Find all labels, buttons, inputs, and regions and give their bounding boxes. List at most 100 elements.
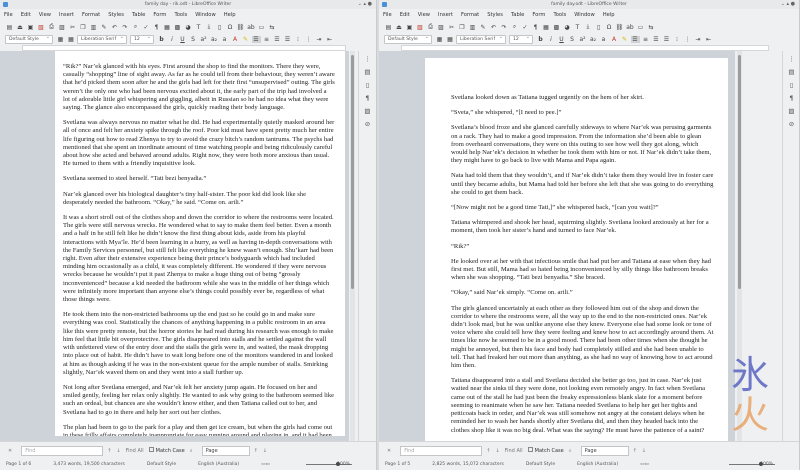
checkbox-box[interactable]	[148, 447, 154, 452]
subscript-icon[interactable]: a₂	[210, 36, 219, 43]
align-left-icon[interactable]: ☰	[630, 35, 640, 43]
chart-icon[interactable]: ◕	[184, 24, 193, 31]
redo-icon[interactable]: ↷	[500, 24, 509, 31]
find-all-button[interactable]: Find All	[126, 448, 144, 454]
formatting-marks-icon[interactable]: ¶	[531, 24, 540, 31]
properties-icon[interactable]: ▤	[364, 68, 370, 76]
text-box-icon[interactable]: T	[194, 24, 203, 31]
find-all-button[interactable]: Find All	[505, 448, 523, 454]
field-icon[interactable]: ▯	[215, 24, 224, 31]
new-style-icon[interactable]: ▦	[67, 36, 76, 43]
comment-icon[interactable]: ▭	[636, 24, 645, 31]
page-break-icon[interactable]: ⤓	[584, 23, 593, 31]
menu-view[interactable]: View	[418, 12, 430, 18]
track-changes-icon[interactable]: ⇆	[647, 24, 656, 31]
find-next-icon[interactable]: ↓	[495, 448, 499, 454]
menu-edit[interactable]: Edit	[400, 12, 410, 18]
menu-window[interactable]: Window	[574, 12, 594, 18]
search-scope-select[interactable]: Page	[201, 445, 250, 456]
increase-indent-icon[interactable]: ⇥	[694, 36, 703, 43]
scope-previous-icon[interactable]: ↑	[254, 448, 258, 454]
track-changes-icon[interactable]: ⇆	[268, 24, 277, 31]
menu-styles[interactable]: Styles	[108, 12, 124, 18]
open-icon[interactable]: ⏏	[16, 24, 25, 31]
shadow-icon[interactable]: a	[220, 36, 229, 43]
superscript-icon[interactable]: a²	[199, 36, 208, 43]
page-break-icon[interactable]: ⤓	[205, 23, 214, 31]
strikethrough-icon[interactable]: S	[189, 36, 198, 43]
word-count[interactable]: 2,825 words, 15,072 characters	[432, 462, 504, 467]
language[interactable]: English (Australia)	[577, 462, 618, 467]
italic-icon[interactable]: i	[547, 36, 556, 43]
new-icon[interactable]: ▤	[384, 24, 393, 31]
find-replace-icon[interactable]: ⌕	[510, 23, 519, 31]
print-preview-icon[interactable]: ▨	[437, 24, 446, 31]
find-replace-icon[interactable]: ⌕	[190, 448, 193, 454]
bullet-list-icon[interactable]: ⁝	[673, 36, 682, 43]
paste-icon[interactable]: ▥	[468, 24, 477, 31]
menu-form[interactable]: Form	[153, 12, 166, 18]
find-previous-icon[interactable]: ↑	[107, 448, 111, 454]
menu-styles[interactable]: Styles	[487, 12, 503, 18]
window-controls[interactable]: ⌄ ▴ ●	[781, 0, 795, 9]
paragraph-style-select[interactable]: Default Style	[384, 34, 432, 44]
find-replace-icon[interactable]: ⌕	[569, 448, 572, 454]
save-icon[interactable]: ▣	[405, 24, 414, 31]
navigator-icon[interactable]: ⊘	[789, 120, 794, 128]
print-icon[interactable]: ⎙	[426, 23, 435, 31]
clone-formatting-icon[interactable]: ✎	[479, 24, 488, 31]
document-body[interactable]: Svetlana looked down as Tatiana tugged u…	[425, 58, 728, 441]
align-center-icon[interactable]: ≡	[641, 36, 650, 43]
export-pdf-icon[interactable]: ▧	[416, 24, 425, 31]
strikethrough-icon[interactable]: S	[568, 36, 577, 43]
document-body[interactable]: “Rik?” Nar’ek glanced with his eyes. Fir…	[55, 51, 345, 436]
menu-file[interactable]: File	[4, 12, 13, 18]
navigator-icon[interactable]: ⊘	[365, 120, 370, 128]
zoom-level[interactable]: 100%	[337, 459, 350, 470]
text-box-icon[interactable]: T	[573, 24, 582, 31]
page-style[interactable]: Default Style	[147, 462, 176, 467]
spellcheck-icon[interactable]: ✓	[521, 24, 530, 31]
font-color-icon[interactable]: A	[610, 36, 619, 43]
copy-icon[interactable]: ❐	[458, 24, 467, 31]
font-size-select[interactable]: 12	[130, 34, 154, 44]
menu-format[interactable]: Format	[82, 12, 100, 18]
styles-icon[interactable]: ¶	[365, 94, 369, 102]
scope-next-icon[interactable]: ↓	[642, 448, 646, 454]
redo-icon[interactable]: ↷	[121, 24, 130, 31]
find-input[interactable]: Find	[21, 445, 104, 456]
menu-help[interactable]: Help	[224, 12, 236, 18]
gallery-icon[interactable]: ▨	[788, 107, 794, 115]
paste-icon[interactable]: ▥	[89, 24, 98, 31]
menu-tools[interactable]: Tools	[174, 12, 187, 18]
hyperlink-icon[interactable]: ⛓	[615, 24, 624, 31]
align-right-icon[interactable]: ☰	[652, 36, 661, 43]
decrease-indent-icon[interactable]: ⇤	[325, 36, 334, 43]
shadow-icon[interactable]: a	[599, 36, 608, 43]
find-replace-icon[interactable]: ⌕	[131, 23, 140, 31]
properties-icon[interactable]: ▤	[788, 68, 794, 76]
paragraph-style-select[interactable]: Default Style	[5, 34, 53, 44]
menu-view[interactable]: View	[39, 12, 51, 18]
update-style-icon[interactable]: ▦	[56, 36, 65, 43]
open-icon[interactable]: ⏏	[395, 24, 404, 31]
spellcheck-icon[interactable]: ✓	[142, 24, 151, 31]
chart-icon[interactable]: ◕	[563, 24, 572, 31]
underline-icon[interactable]: U	[178, 36, 187, 43]
scrollbar-thumb[interactable]	[351, 55, 354, 289]
decrease-indent-icon[interactable]: ⇤	[704, 36, 713, 43]
print-icon[interactable]: ⎙	[47, 23, 56, 31]
table-icon[interactable]: ▦	[163, 24, 172, 31]
bold-icon[interactable]: b	[536, 36, 545, 43]
find-previous-icon[interactable]: ↑	[486, 448, 490, 454]
scope-previous-icon[interactable]: ↑	[633, 448, 637, 454]
page-icon[interactable]: ▯	[790, 81, 794, 89]
image-icon[interactable]: ▩	[173, 24, 182, 31]
menu-window[interactable]: Window	[195, 12, 215, 18]
align-right-icon[interactable]: ☰	[273, 36, 282, 43]
menu-table[interactable]: Table	[132, 12, 145, 18]
field-icon[interactable]: ▯	[594, 24, 603, 31]
close-find-icon[interactable]: ✕	[8, 448, 12, 454]
match-case-checkbox[interactable]: Match Case	[527, 447, 564, 454]
menu-form[interactable]: Form	[532, 12, 545, 18]
